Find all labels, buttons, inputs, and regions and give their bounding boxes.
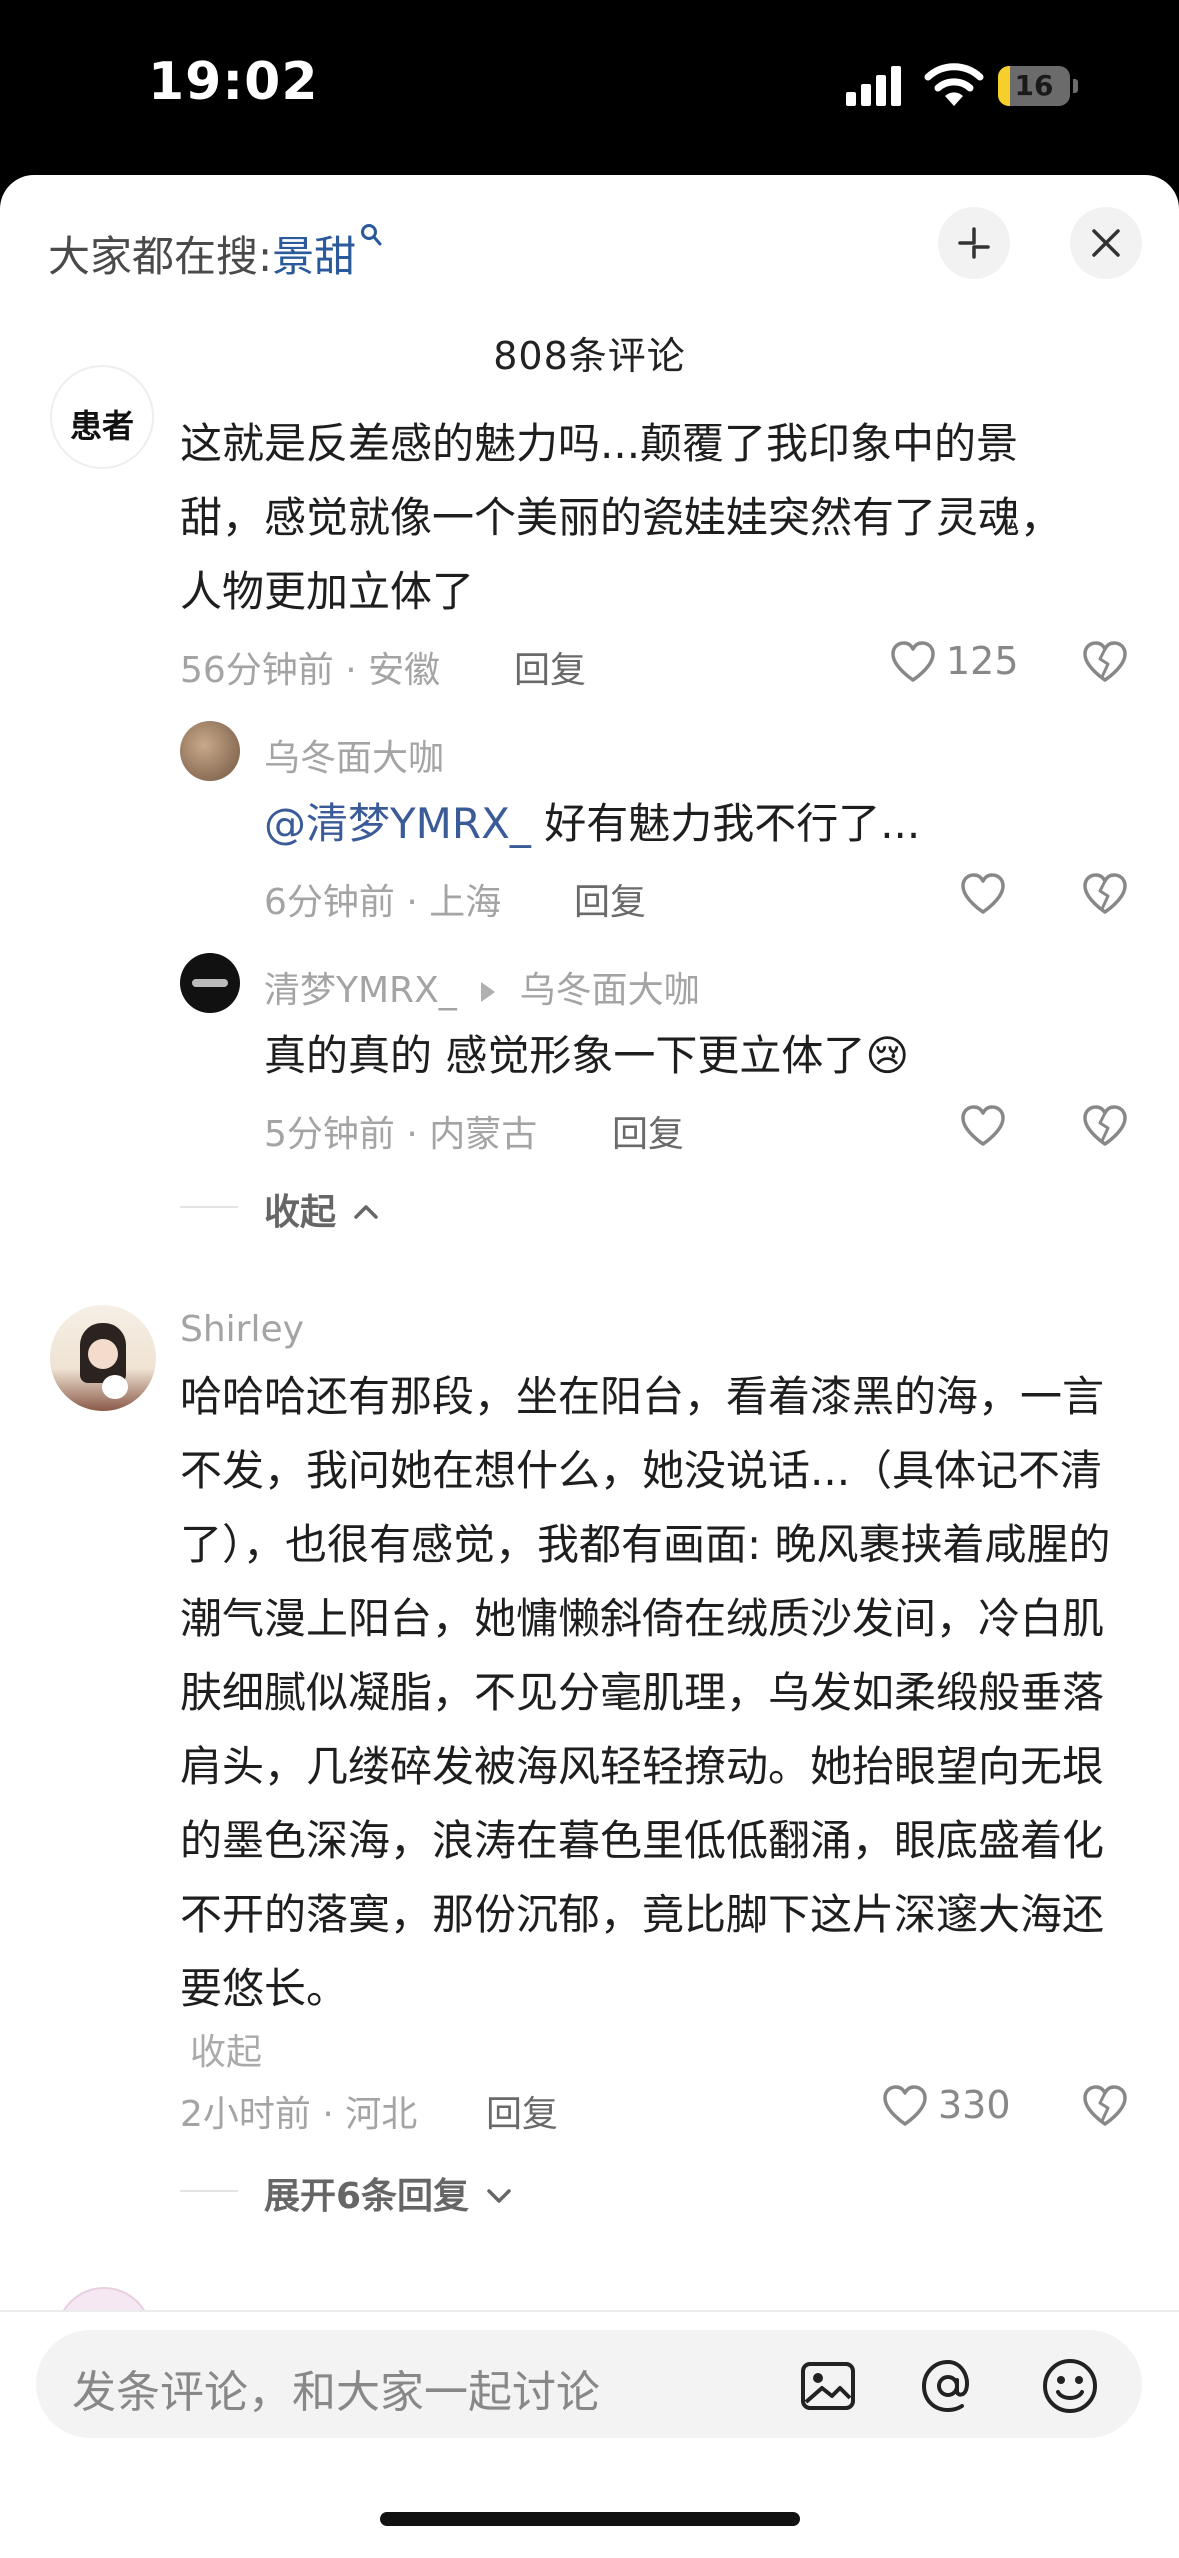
- comment-text: 这就是反差感的魅力吗...颠覆了我印象中的景甜，感觉就像一个美丽的瓷娃娃突然有了…: [180, 419, 1063, 616]
- expand-replies-label: 展开6条回复: [264, 2176, 470, 2217]
- search-term[interactable]: 景甜: [272, 232, 356, 281]
- reply-text-content: 真的真的 感觉形象一下更立体了: [264, 1031, 866, 1080]
- battery-level: 16: [1014, 69, 1054, 102]
- reply-text: 真的真的 感觉形象一下更立体了😢: [264, 1019, 1094, 1093]
- comment-meta: 2小时前 · 河北: [180, 2094, 418, 2135]
- reply-text-content: 好有魅力我不行了...: [530, 799, 921, 848]
- caret-right-icon: [481, 982, 496, 1002]
- close-button[interactable]: [1070, 207, 1142, 279]
- comment-sheet: 大家都在搜:景甜 808条评论 患者 这就是反差感的魅力吗...颠覆了我印象中的…: [0, 175, 1179, 2556]
- search-icon: [361, 224, 382, 246]
- cellular-signal-icon: [846, 66, 901, 106]
- thread-divider: [180, 1206, 238, 1208]
- reply-button[interactable]: 回复: [486, 2085, 558, 2137]
- avatar[interactable]: [180, 721, 240, 781]
- heart-icon[interactable]: [958, 869, 1008, 919]
- reply-username[interactable]: 清梦YMRX_: [264, 970, 457, 1011]
- avatar[interactable]: [180, 953, 240, 1013]
- reply-button[interactable]: 回复: [574, 873, 646, 925]
- avatar[interactable]: 患者: [50, 365, 154, 469]
- collapse-replies-button[interactable]: 收起: [264, 1183, 379, 1235]
- like-button[interactable]: 330: [880, 2081, 1020, 2131]
- at-mention-icon[interactable]: [918, 2356, 978, 2416]
- emoji-icon[interactable]: [1040, 2356, 1100, 2416]
- minimize-button[interactable]: [938, 207, 1010, 279]
- home-indicator: [380, 2512, 800, 2526]
- like-count: 330: [938, 2083, 1011, 2127]
- trending-search[interactable]: 大家都在搜:景甜: [48, 223, 384, 284]
- collapse-replies-label: 收起: [264, 1192, 337, 1233]
- collapse-text-link[interactable]: 收起: [190, 2023, 262, 2075]
- heart-icon[interactable]: [958, 1101, 1008, 1151]
- battery-icon: 16: [998, 66, 1078, 106]
- like-count: 125: [946, 639, 1019, 683]
- image-icon[interactable]: [798, 2356, 858, 2416]
- reply-button[interactable]: 回复: [612, 1105, 684, 1157]
- reply-username[interactable]: 乌冬面大咖: [264, 729, 444, 781]
- search-prefix: 大家都在搜:: [48, 232, 273, 281]
- chevron-down-icon: [486, 2189, 511, 2203]
- close-icon: [1092, 229, 1120, 257]
- input-placeholder: 发条评论，和大家一起讨论: [72, 2367, 600, 2418]
- comment-username[interactable]: Shirley: [180, 1309, 304, 1350]
- heart-icon: [891, 641, 935, 682]
- reply-meta: 5分钟前 · 内蒙古: [264, 1114, 538, 1155]
- chevron-up-icon: [353, 1205, 378, 1219]
- collapse-arrows-icon: [958, 227, 990, 259]
- avatar[interactable]: [50, 1305, 156, 1411]
- reply-button[interactable]: 回复: [514, 641, 586, 693]
- thread-divider: [180, 2190, 238, 2192]
- dislike-icon[interactable]: [1080, 869, 1130, 919]
- status-time: 19:02: [148, 52, 319, 112]
- heart-icon: [883, 2085, 927, 2126]
- dislike-icon[interactable]: [1080, 637, 1130, 687]
- reply-to-username[interactable]: 乌冬面大咖: [520, 970, 700, 1011]
- comment-meta: 56分钟前 · 安徽: [180, 650, 441, 691]
- status-bar: 19:02 16: [0, 0, 1179, 175]
- mention-link[interactable]: @清梦YMRX_: [264, 799, 531, 848]
- dislike-icon[interactable]: [1080, 2081, 1130, 2131]
- reply-meta: 6分钟前 · 上海: [264, 882, 502, 923]
- expand-replies-button[interactable]: 展开6条回复: [264, 2167, 512, 2219]
- comment-input-bar: 发条评论，和大家一起讨论: [0, 2310, 1179, 2558]
- comment-text: 哈哈哈还有那段，坐在阳台，看着漆黑的海，一言不发，我问她在想什么，她没说话...…: [180, 1372, 1111, 2013]
- like-button[interactable]: 125: [888, 637, 1019, 687]
- reply-header: 清梦YMRX_ 乌冬面大咖: [264, 961, 700, 1013]
- dislike-icon[interactable]: [1080, 1101, 1130, 1151]
- comment-count: 808条评论: [493, 334, 686, 378]
- avatar-text: 患者: [69, 407, 134, 445]
- wifi-icon: [924, 63, 984, 106]
- comment-input[interactable]: 发条评论，和大家一起讨论: [36, 2330, 1142, 2438]
- crying-emoji-icon: 😢: [865, 1031, 910, 1080]
- reply-text: @清梦YMRX_ 好有魅力我不行了...: [264, 787, 1094, 861]
